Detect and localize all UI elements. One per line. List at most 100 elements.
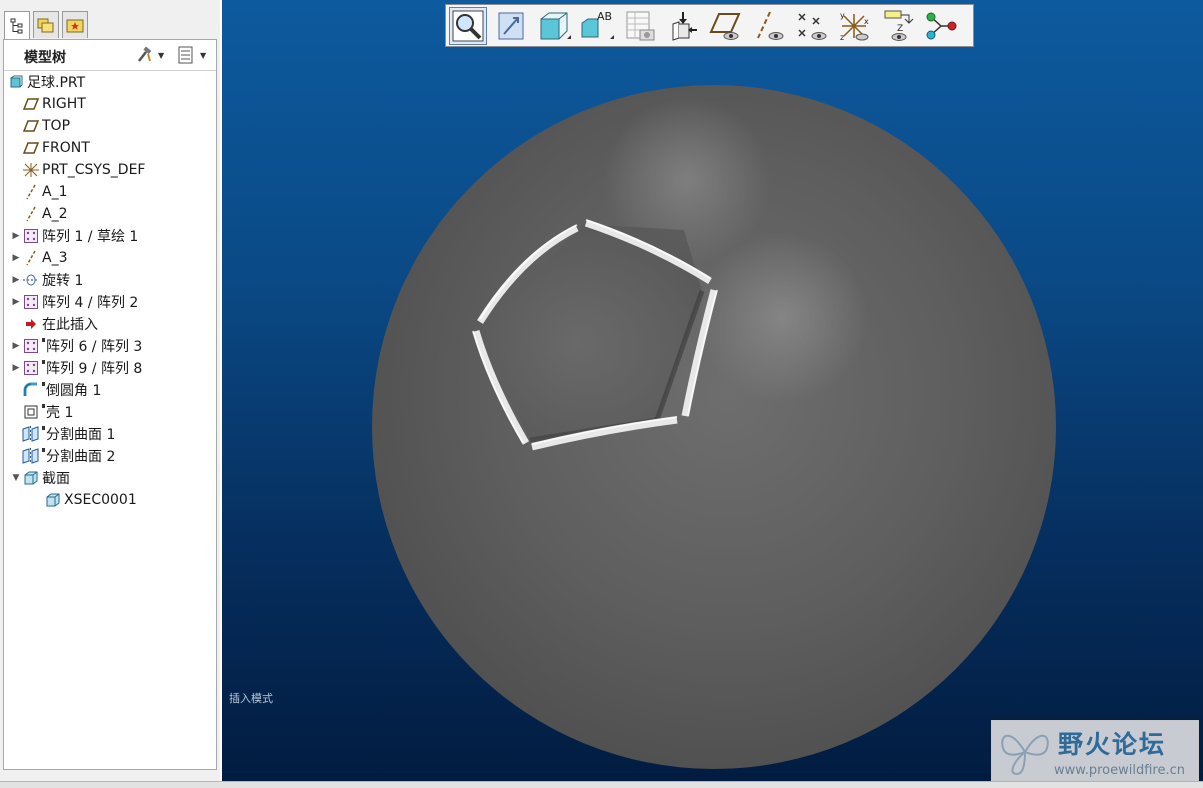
graphics-viewport[interactable]: 插入模式 [222,0,1203,781]
collapse-arrow-icon[interactable]: ▼ [10,473,22,483]
tree-item[interactable]: 倒圆角 1 [10,379,101,401]
annotation-display-button[interactable]: Z [879,7,917,45]
datum-plane-icon [22,118,40,134]
insert-here-arrow-icon [22,316,40,332]
tree-item[interactable]: 在此插入 [10,313,98,335]
tree-item-label: 阵列 4 / 阵列 2 [42,295,139,311]
watermark-url: www.proewildfire.cn [1054,763,1185,778]
tree-item[interactable]: 壳 1 [10,401,73,423]
tree-item[interactable]: A_2 [10,203,67,225]
orient-button[interactable] [664,7,702,45]
tree-item[interactable]: XSEC0001 [32,489,137,511]
view-manager-icon [626,11,655,40]
list-icon [178,46,193,64]
pattern-icon [22,338,40,354]
status-badge [42,360,45,364]
zoom-in-icon [452,10,484,41]
tree-item-label: 旋转 1 [42,273,84,289]
tree-item-label: XSEC0001 [64,492,137,508]
refit-button[interactable] [492,7,530,45]
round-icon [22,382,40,398]
csys-display-button[interactable]: y x z [836,7,874,45]
zoom-in-button[interactable] [449,6,487,45]
datum-axis-icon [22,250,40,266]
expand-arrow-icon[interactable]: ▶ [10,363,22,373]
expand-arrow-icon[interactable]: ▶ [10,341,22,351]
tree-item-label: A_2 [42,206,68,222]
model-tree: 模型树 ▼ ▼ 足球.PRT RIGHT TOP FRONT PRT_CSYS_DEF A… [3,39,217,770]
tree-item[interactable]: ▼ 截面 [10,467,70,489]
settings-button[interactable]: ▼ [136,45,164,65]
tree-item-label: 截面 [42,471,70,487]
tree-item[interactable]: PRT_CSYS_DEF [10,159,145,181]
tree-item[interactable]: RIGHT [10,93,86,115]
tree-item-label: 分割曲面 2 [46,449,116,465]
status-bar [0,781,1203,788]
tree-item-label: 在此插入 [42,317,98,333]
tree-item[interactable]: ▶ 阵列 6 / 阵列 3 [10,335,142,357]
tree-item[interactable]: ▶ 阵列 4 / 阵列 2 [10,291,138,313]
tree-item-label: FRONT [42,140,90,156]
tree-item-label: 分割曲面 1 [46,427,116,443]
spin-center-button[interactable] [922,7,960,45]
status-badge [42,448,45,452]
tree-item[interactable]: A_1 [10,181,67,203]
forum-watermark: 野火论坛 www.proewildfire.cn [991,720,1199,782]
tab-model-tree[interactable] [4,11,30,40]
chevron-down-icon: ▼ [158,50,165,60]
folder-browser-icon [37,18,54,33]
point-display-button[interactable] [793,7,831,45]
favorites-icon [66,19,84,33]
svg-text:AB: AB [597,10,612,23]
tree-item[interactable]: 分割曲面 2 [10,445,115,467]
svg-text:z: z [840,33,844,42]
tree-item[interactable]: FRONT [10,137,90,159]
section-icon [22,470,40,486]
part-icon [7,74,25,90]
saved-views-button[interactable]: AB [578,7,616,45]
hammer-wrench-icon [138,46,152,62]
view-manager-button[interactable] [621,7,659,45]
tree-item-label: PRT_CSYS_DEF [42,162,146,178]
expand-arrow-icon[interactable]: ▶ [10,231,22,241]
pattern-icon [22,360,40,376]
navigator-panel: 模型树 ▼ ▼ 足球.PRT RIGHT TOP FRONT PRT_CSYS_DEF A… [0,0,220,788]
expand-arrow-icon[interactable]: ▶ [10,253,22,263]
tree-item[interactable]: ▶ 旋转 1 [10,269,84,291]
tree-item-label: 阵列 6 / 阵列 3 [46,339,143,355]
axis-display-button[interactable] [750,7,788,45]
refit-icon [498,12,524,39]
show-button[interactable]: ▼ [178,45,206,65]
tree-item-label: 倒圆角 1 [46,383,102,399]
tree-item[interactable]: ▶ A_3 [10,247,68,269]
tree-item-label: A_1 [42,184,68,200]
shading-icon [540,12,571,39]
status-badge [42,404,45,408]
tree-item-label: A_3 [42,250,68,266]
tree-item[interactable]: 分割曲面 1 [10,423,115,445]
tab-favorites[interactable] [62,11,88,38]
pattern-icon [22,294,40,310]
datum-plane-icon [22,140,40,156]
shading-button[interactable] [535,7,573,45]
tab-folder-browser[interactable] [33,11,59,38]
expand-arrow-icon[interactable]: ▶ [10,275,22,285]
axis-display-icon [757,11,784,40]
plane-display-button[interactable] [707,7,745,45]
expand-arrow-icon[interactable]: ▶ [10,297,22,307]
tree-item-label: 壳 1 [46,405,74,421]
tree-item[interactable]: ▶ 阵列 1 / 草绘 1 [10,225,138,247]
tree-item-label: 足球.PRT [27,75,86,91]
plane-display-icon [709,12,741,40]
orient-icon [672,11,697,41]
tree-item[interactable]: ▶ 阵列 9 / 阵列 8 [10,357,142,379]
model-tree-header: 模型树 ▼ ▼ [4,40,216,71]
tree-item-label: RIGHT [42,96,86,112]
tree-item-label: 阵列 1 / 草绘 1 [42,229,139,245]
tree-item[interactable]: TOP [10,115,70,137]
coordinate-system-icon [22,162,40,178]
navigator-tabbar [4,11,216,40]
tree-item[interactable]: 足球.PRT [7,71,85,93]
football-model[interactable] [372,85,1056,769]
shell-icon [22,404,40,420]
